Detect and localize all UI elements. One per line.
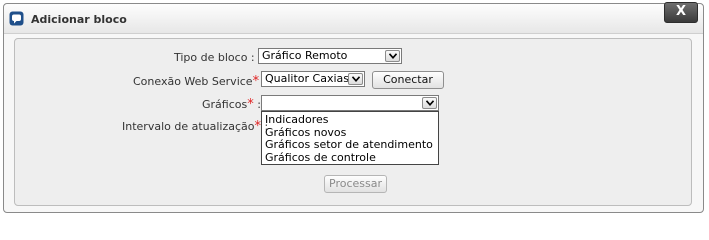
web-service-connection-select[interactable]: Qualitor Caxias — [261, 71, 365, 87]
close-icon: X — [675, 4, 687, 19]
add-block-dialog: Adicionar bloco X Tipo de bloco : Gráfic… — [3, 2, 704, 213]
block-type-select[interactable]: Gráfico Remoto — [258, 48, 402, 64]
dialog-title: Adicionar bloco — [31, 13, 127, 26]
connect-button[interactable]: Conectar — [372, 71, 444, 89]
block-type-value: Gráfico Remoto — [262, 49, 348, 62]
required-mark: * — [247, 97, 254, 112]
dialog-titlebar[interactable]: Adicionar bloco X — [4, 2, 703, 34]
block-type-label: Tipo de bloco : — [174, 51, 255, 64]
charts-select[interactable] — [261, 95, 439, 111]
charts-option-indicadores[interactable]: Indicadores — [262, 113, 438, 127]
chat-bubble-icon — [9, 11, 24, 26]
process-button[interactable]: Processar — [324, 175, 387, 193]
chevron-down-icon[interactable] — [348, 73, 363, 85]
charts-option-controle[interactable]: Gráficos de controle — [262, 151, 438, 165]
chevron-down-icon[interactable] — [422, 97, 437, 109]
chevron-down-icon[interactable] — [385, 50, 400, 62]
charts-dropdown-list[interactable]: Indicadores Gráficos novos Gráficos seto… — [261, 111, 439, 165]
required-mark: * — [252, 74, 260, 89]
update-interval-label: Intervalo de atualização* : — [122, 119, 269, 134]
charts-label: Gráficos* : — [202, 97, 261, 112]
web-service-connection-label: Conexão Web Service* : — [133, 74, 266, 89]
close-button[interactable]: X — [664, 2, 698, 23]
required-mark: * — [254, 119, 262, 134]
charts-option-setor-atendimento[interactable]: Gráficos setor de atendimento — [262, 138, 438, 152]
web-service-connection-value: Qualitor Caxias — [265, 72, 350, 85]
